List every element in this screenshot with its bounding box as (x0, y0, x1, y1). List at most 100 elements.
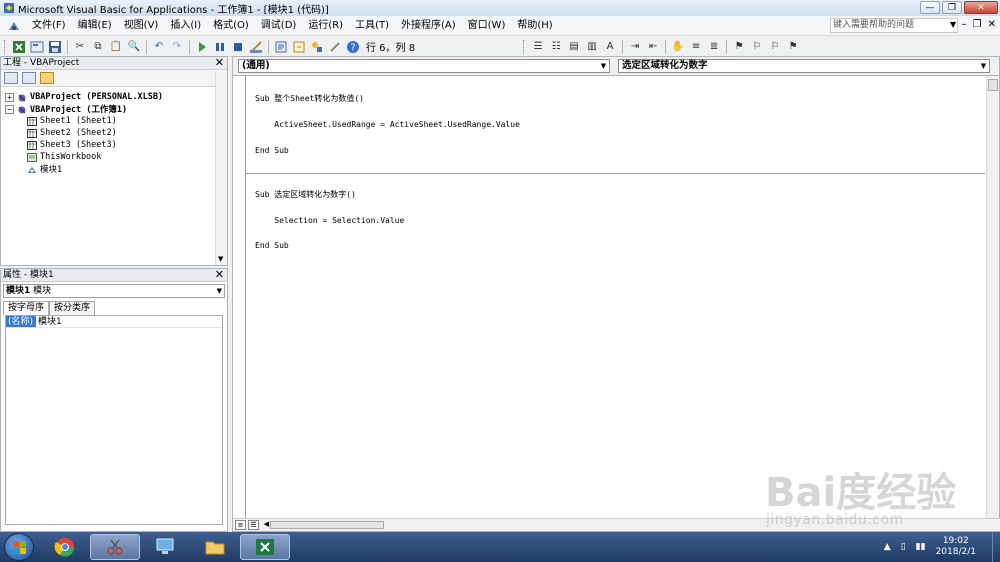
object-select[interactable]: 模块1 模块 ▼ (3, 284, 225, 298)
menu-file[interactable]: 文件(F) (26, 16, 72, 36)
toggle-breakpoint-icon[interactable]: ✋ (670, 39, 686, 55)
menu-format[interactable]: 格式(O) (207, 16, 255, 36)
module-icon[interactable] (6, 18, 22, 34)
properties-close-icon[interactable]: ✕ (215, 269, 224, 281)
redo-icon[interactable]: ↷ (169, 39, 185, 55)
chevron-down-icon[interactable]: ▼ (217, 285, 222, 297)
toolbar-grip[interactable] (4, 39, 7, 54)
help-search-input[interactable]: 键入需要帮助的问题 (830, 18, 958, 33)
project-tree-scrollbar[interactable]: ▼ (215, 71, 227, 265)
scroll-down-icon[interactable]: ▼ (218, 255, 223, 263)
indent-icon[interactable]: ⇥ (627, 39, 643, 55)
code-line[interactable]: ActiveSheet.UsedRange = ActiveSheet.Used… (255, 120, 985, 130)
code-line[interactable]: End Sub (255, 146, 985, 156)
project-explorer-icon[interactable] (273, 39, 289, 55)
object-combo[interactable]: (通用) ▼ (238, 59, 610, 73)
help-icon[interactable]: ? (345, 39, 361, 55)
toolbar-grip[interactable] (523, 39, 526, 54)
design-mode-icon[interactable] (248, 39, 264, 55)
clear-bookmarks-icon[interactable]: ⚑ (785, 39, 801, 55)
next-bookmark-icon[interactable]: ⚐ (749, 39, 765, 55)
battery-icon[interactable]: ▯ (901, 542, 906, 552)
procedure-combo[interactable]: 选定区域转化为数字 ▼ (618, 59, 990, 73)
scrollbar-thumb[interactable] (988, 79, 998, 91)
procedure-view-icon[interactable]: ≡ (235, 520, 246, 530)
mdi-close-button[interactable]: ✕ (988, 19, 996, 30)
collapse-icon[interactable]: − (5, 104, 14, 114)
toggle-bookmark-icon[interactable]: ⚑ (731, 39, 747, 55)
complete-word-icon[interactable]: A (602, 39, 618, 55)
menu-insert[interactable]: 插入(I) (164, 16, 207, 36)
chevron-down-icon[interactable]: ▼ (978, 60, 989, 72)
full-module-view-icon[interactable]: ☰ (248, 520, 259, 530)
edit-list-properties-icon[interactable]: ☰ (530, 39, 546, 55)
margin-indicator-bar[interactable] (245, 76, 246, 518)
menu-addins[interactable]: 外接程序(A) (395, 16, 462, 36)
tree-item-thisworkbook[interactable]: ThisWorkbook (5, 151, 227, 163)
copy-icon[interactable]: ⧉ (90, 39, 106, 55)
tab-alphabetic[interactable]: 按字母序 (3, 301, 50, 315)
excel-view-icon[interactable] (11, 39, 27, 55)
network-icon[interactable]: ▮▮ (916, 542, 926, 552)
close-button[interactable]: ✕ (964, 1, 998, 14)
uncomment-block-icon[interactable]: ≣ (706, 39, 722, 55)
taskbar-file-explorer[interactable] (190, 534, 240, 560)
code-line[interactable]: Selection = Selection.Value (255, 216, 985, 226)
taskbar-chrome[interactable] (40, 534, 90, 560)
mdi-restore-button[interactable]: ❐ (973, 19, 982, 30)
paste-icon[interactable]: 📋 (108, 39, 124, 55)
chevron-down-icon[interactable]: ▼ (598, 60, 609, 72)
code-line[interactable]: Sub 选定区域转化为数字() (255, 190, 985, 200)
start-button[interactable] (4, 533, 34, 561)
minimize-button[interactable]: — (920, 1, 940, 14)
reset-icon[interactable] (230, 39, 246, 55)
code-line[interactable]: End Sub (255, 242, 985, 251)
outdent-icon[interactable]: ⇤ (645, 39, 661, 55)
comment-block-icon[interactable]: ≡ (688, 39, 704, 55)
code-text[interactable]: Sub 整个Sheet转化为数值() ActiveSheet.UsedRange… (245, 78, 985, 268)
properties-window-icon[interactable] (291, 39, 307, 55)
taskbar-snipping-tool[interactable] (90, 534, 140, 560)
menu-tools[interactable]: 工具(T) (349, 16, 395, 36)
expand-icon[interactable]: + (5, 92, 14, 102)
quick-info-icon[interactable]: ▤ (566, 39, 582, 55)
menu-debug[interactable]: 调试(D) (255, 16, 303, 36)
tree-item-sheet2[interactable]: Sheet2 (Sheet2) (5, 127, 227, 139)
tab-categorized[interactable]: 按分类序 (49, 301, 96, 315)
taskbar-computer[interactable] (140, 534, 190, 560)
find-icon[interactable]: 🔍 (126, 39, 142, 55)
tree-item-module1[interactable]: 模块1 (5, 163, 227, 175)
toggle-folders-icon[interactable] (40, 72, 54, 84)
clock[interactable]: 19:02 2018/2/1 (936, 536, 976, 558)
undo-icon[interactable]: ↶ (151, 39, 167, 55)
property-row[interactable]: (名称) 模块1 (6, 316, 222, 328)
menu-view[interactable]: 视图(V) (118, 16, 165, 36)
menu-window[interactable]: 窗口(W) (462, 16, 512, 36)
scrollbar-thumb[interactable] (270, 521, 384, 529)
tree-item-workbook-project[interactable]: − VBAProject (工作簿1) (5, 103, 227, 115)
show-hidden-icons-icon[interactable]: ▲ (884, 542, 891, 552)
property-value[interactable]: 模块1 (36, 316, 62, 327)
menu-run[interactable]: 运行(R) (302, 16, 349, 36)
taskbar-excel[interactable] (240, 534, 290, 560)
help-dropdown-icon[interactable]: ▼ (950, 20, 956, 29)
tree-item-personal-project[interactable]: + VBAProject (PERSONAL.XLSB) (5, 91, 227, 103)
save-icon[interactable] (47, 39, 63, 55)
tree-item-sheet3[interactable]: Sheet3 (Sheet3) (5, 139, 227, 151)
menu-help[interactable]: 帮助(H) (511, 16, 558, 36)
mdi-minimize-button[interactable]: – (962, 19, 967, 30)
break-icon[interactable] (212, 39, 228, 55)
insert-userform-icon[interactable] (29, 39, 45, 55)
toolbox-icon[interactable] (327, 39, 343, 55)
previous-bookmark-icon[interactable]: ⚐ (767, 39, 783, 55)
object-browser-icon[interactable] (309, 39, 325, 55)
restore-button[interactable]: ❐ (942, 1, 962, 14)
menu-edit[interactable]: 编辑(E) (72, 16, 118, 36)
cut-icon[interactable]: ✂ (72, 39, 88, 55)
view-code-icon[interactable] (4, 72, 18, 84)
show-desktop-button[interactable] (992, 532, 1000, 562)
code-line[interactable]: Sub 整个Sheet转化为数值() (255, 95, 985, 104)
project-explorer-close-icon[interactable]: ✕ (215, 57, 224, 69)
vba-app-icon[interactable] (3, 2, 15, 14)
run-icon[interactable] (194, 39, 210, 55)
